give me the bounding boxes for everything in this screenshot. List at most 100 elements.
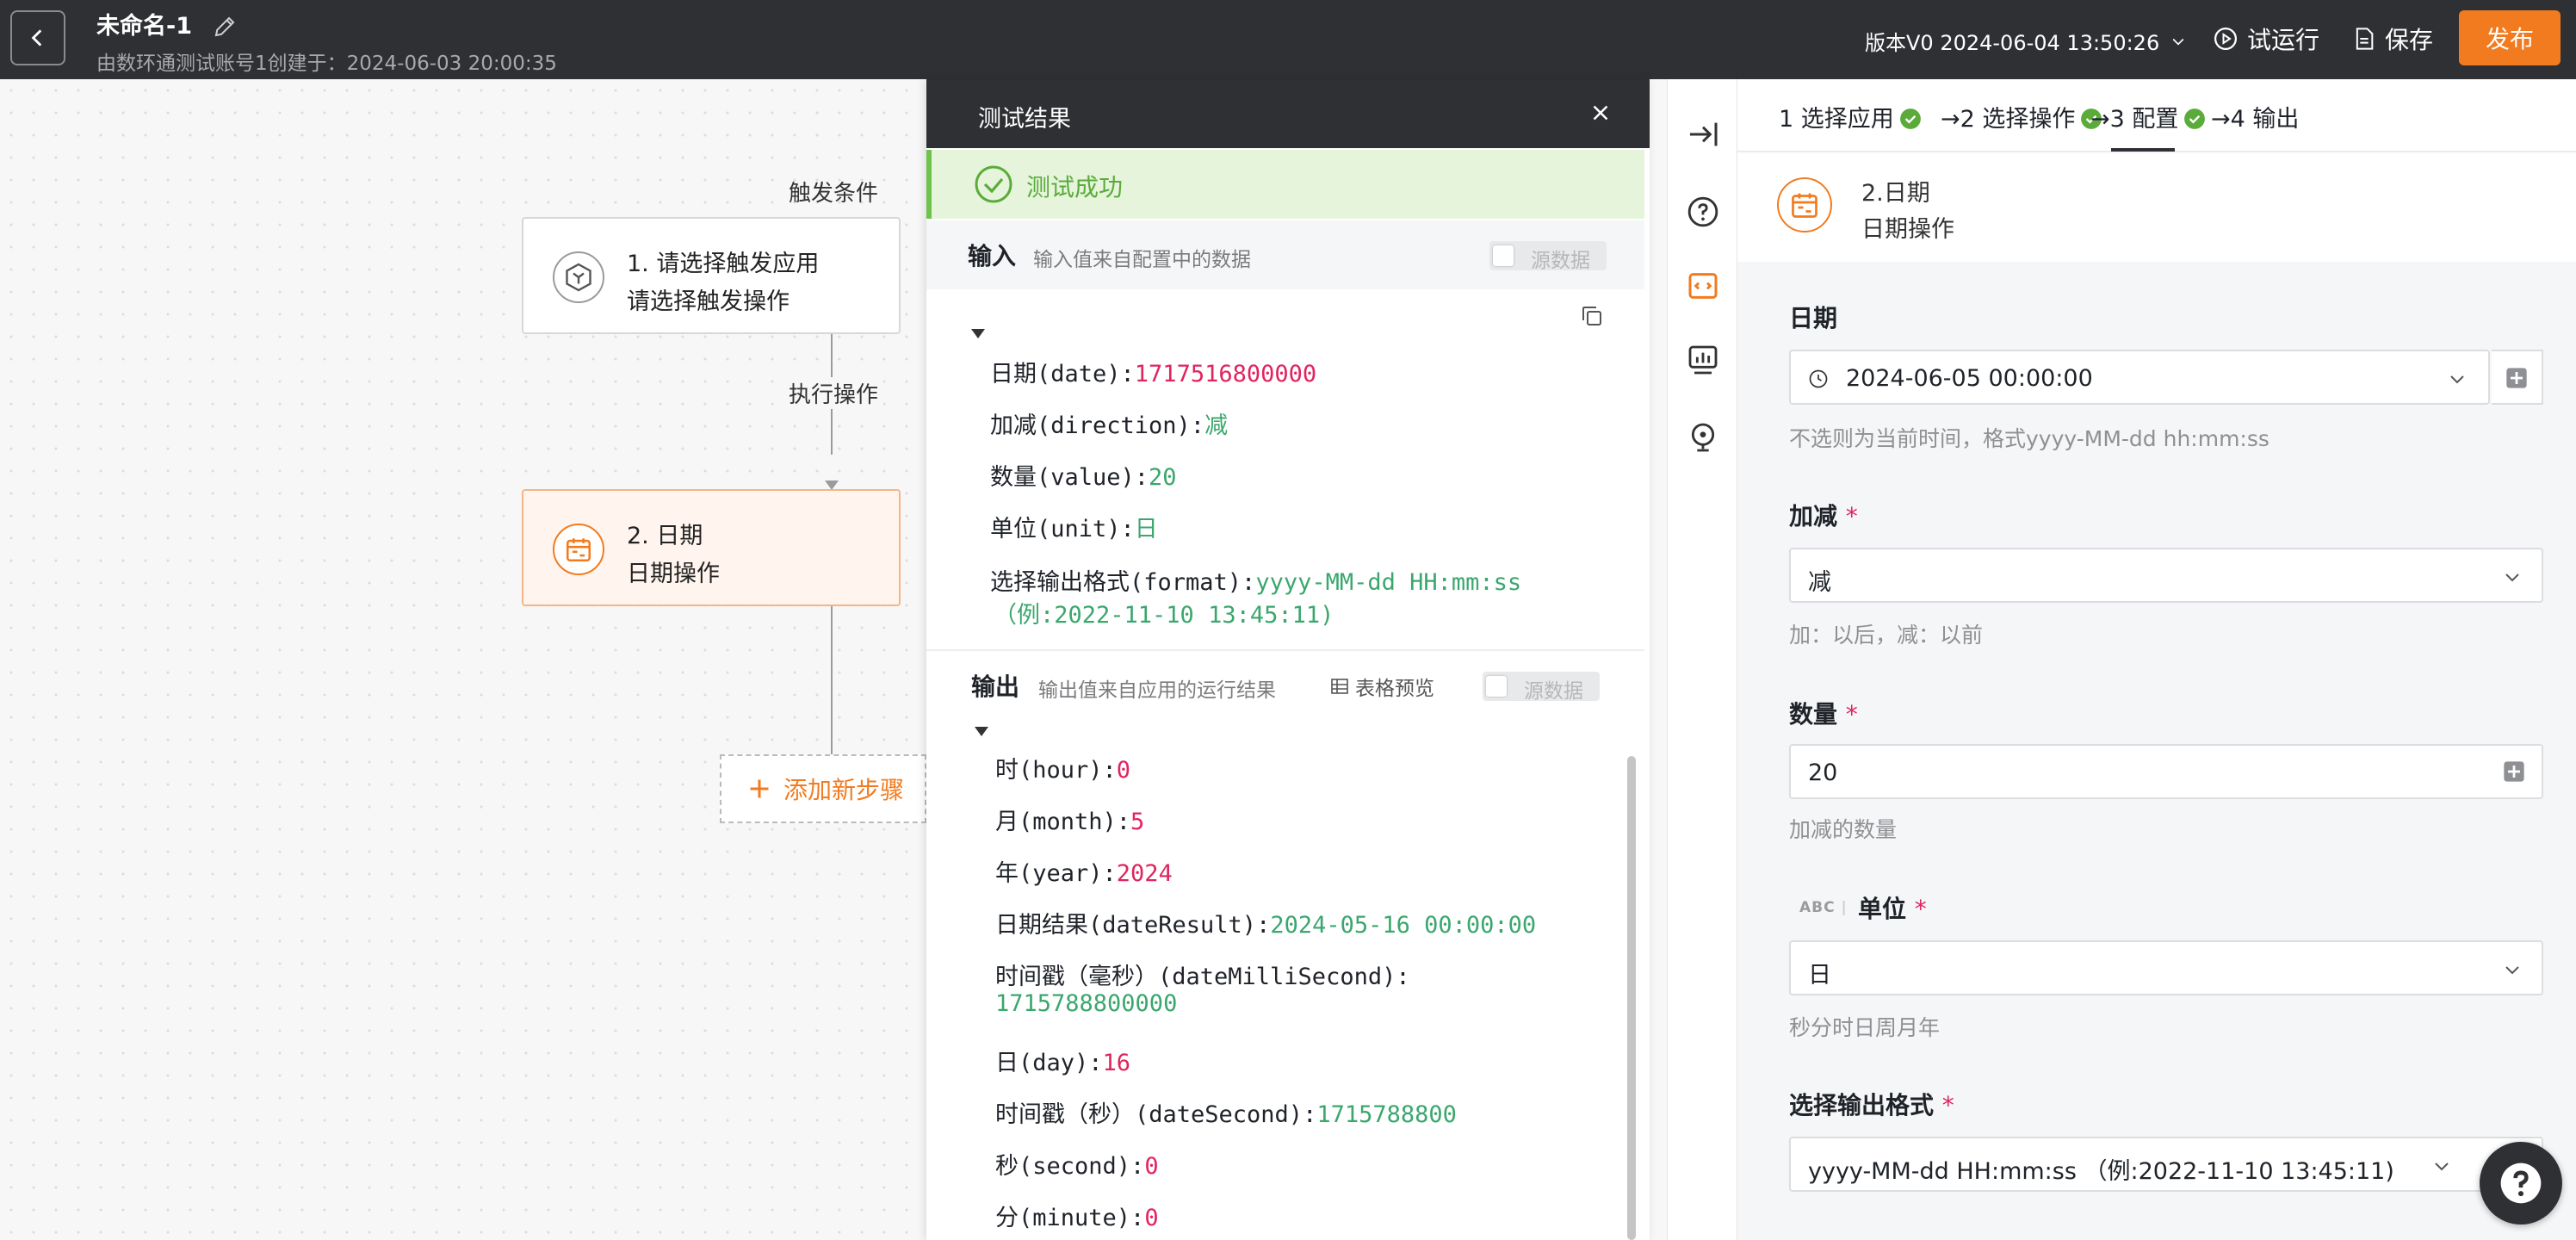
table-icon	[1331, 679, 1348, 694]
calendar-icon	[553, 524, 604, 575]
amount-input[interactable]: 20	[1789, 744, 2543, 799]
result-header: 测试结果	[926, 79, 1650, 148]
save-label: 保存	[2385, 26, 2434, 54]
chevron-left-icon	[31, 29, 42, 46]
plus-square-icon[interactable]	[2502, 760, 2526, 784]
input-item-continued: （例:2022-11-10 13:45:11)	[994, 602, 1334, 629]
date-picker[interactable]: 2024-06-05 00:00:00	[1789, 350, 2490, 405]
date-value: 2024-06-05 00:00:00	[1846, 365, 2093, 392]
version-label: 版本V0 2024-06-04 13:50:26	[1865, 31, 2160, 55]
monitor-chart-icon[interactable]	[1686, 343, 1720, 377]
input-item: 单位(unit):日	[990, 516, 1158, 542]
output-item: 年(year):2024	[995, 860, 1173, 887]
input-desc: 输入值来自配置中的数据	[1033, 249, 1251, 271]
check-circle-icon	[975, 165, 1012, 203]
app-name: 2.日期	[1861, 180, 1930, 207]
trigger-node[interactable]: 1. 请选择触发应用 请选择触发操作	[522, 217, 901, 334]
output-title: 输出	[971, 673, 1020, 701]
output-item: 分(minute):0	[995, 1205, 1159, 1231]
output-section-header: 输出 输出值来自应用的运行结果 表格预览 源数据	[926, 649, 1644, 718]
date-label: 日期	[1789, 304, 1838, 332]
collapse-toggle[interactable]	[971, 329, 985, 338]
input-raw-toggle[interactable]: 源数据	[1489, 241, 1607, 272]
run-label: 试运行	[2247, 26, 2320, 54]
table-preview-label: 表格预览	[1355, 678, 1434, 700]
trigger-node-title: 1. 请选择触发应用	[627, 251, 820, 277]
raw-toggle-label: 源数据	[1531, 250, 1590, 272]
run-button[interactable]: 试运行	[2213, 19, 2319, 59]
result-title: 测试结果	[978, 106, 1071, 133]
direction-label: 加减 *	[1789, 502, 1858, 530]
input-item: 日期(date):1717516800000	[990, 361, 1317, 388]
date-node[interactable]: 2. 日期 日期操作	[522, 489, 901, 606]
flow-canvas[interactable]: 触发条件 1. 请选择触发应用 请选择触发操作 执行操作 2. 日期 日期操作 …	[0, 79, 930, 1240]
collapse-toggle[interactable]	[975, 727, 988, 736]
format-value: yyyy-MM-dd HH:mm:ss （例:2022-11-10 13:45:…	[1808, 1158, 2394, 1185]
close-icon[interactable]	[1588, 100, 1613, 126]
location-pin-icon[interactable]	[1686, 420, 1720, 455]
input-item: 加减(direction):减	[990, 412, 1229, 439]
hexagon-app-icon	[553, 251, 604, 303]
copy-icon[interactable]	[1579, 303, 1605, 329]
test-result-panel: 测试结果 测试成功 输入 输入值来自配置中的数据 源数据 日期(date):17…	[926, 79, 1650, 1240]
step-select-app[interactable]: 1 选择应用	[1779, 100, 1922, 133]
action-label: 执行操作	[783, 377, 884, 409]
text-type-badge: ABC |	[1799, 899, 1848, 916]
check-badge-icon	[2184, 108, 2206, 129]
back-button[interactable]	[10, 10, 65, 65]
input-item: 数量(value):20	[990, 464, 1177, 491]
version-selector[interactable]: 版本V0 2024-06-04 13:50:26	[1865, 26, 2187, 56]
unit-value: 日	[1808, 962, 1831, 989]
output-raw-toggle[interactable]: 源数据	[1483, 672, 1600, 703]
unit-hint: 秒分时日周月年	[1789, 1015, 1941, 1040]
date-insert-button[interactable]	[2492, 350, 2543, 405]
date-hint: 不选则为当前时间，格式yyyy-MM-dd hh:mm:ss	[1789, 426, 2269, 451]
workflow-subtitle: 由数环通测试账号1创建于：2024-06-03 20:00:35	[96, 53, 557, 75]
document-icon	[2356, 28, 2374, 50]
publish-button[interactable]: 发布	[2459, 10, 2561, 65]
chevron-down-icon	[2435, 1162, 2449, 1171]
step-configure[interactable]: →3 配置	[2090, 100, 2206, 133]
input-item: 选择输出格式(format):yyyy-MM-dd HH:mm:ss	[990, 569, 1522, 596]
output-item: 日期结果(dateResult):2024-05-16 00:00:00	[995, 912, 1537, 939]
collapse-panel-icon[interactable]	[1686, 117, 1720, 152]
unit-select[interactable]: 日	[1789, 940, 2543, 995]
unit-label: 单位 *	[1858, 895, 1927, 923]
add-step-label: 添加新步骤	[783, 776, 905, 804]
side-icon-rail	[1667, 79, 1737, 1240]
format-select[interactable]: yyyy-MM-dd HH:mm:ss （例:2022-11-10 13:45:…	[1789, 1137, 2543, 1192]
check-badge-icon	[1899, 108, 1921, 129]
output-item: 日(day):16	[995, 1050, 1131, 1076]
scrollbar[interactable]	[1627, 756, 1636, 1240]
input-section-header: 输入 输入值来自配置中的数据 源数据	[926, 220, 1644, 289]
chevron-down-icon	[2450, 375, 2464, 384]
config-panel: 1 选择应用 →2 选择操作 →3 配置 →4 输出 2.日期 日期操作 日期 …	[1737, 79, 2576, 1240]
direction-value: 减	[1808, 569, 1831, 596]
calendar-icon	[1777, 177, 1832, 232]
plus-icon	[750, 779, 769, 798]
step-select-action[interactable]: →2 选择操作	[1941, 100, 2102, 133]
help-fab-button[interactable]	[2480, 1142, 2562, 1224]
output-item: 月(month):5	[995, 809, 1145, 835]
direction-hint: 加：以后，减：以前	[1789, 623, 1984, 648]
step-output[interactable]: →4 输出	[2211, 100, 2299, 133]
amount-label: 数量 *	[1789, 700, 1858, 728]
output-item: 时间戳（毫秒）(dateMilliSecond):	[995, 964, 1410, 990]
amount-hint: 加减的数量	[1789, 817, 1898, 842]
app-action: 日期操作	[1861, 216, 1954, 243]
add-step-button[interactable]: 添加新步骤	[720, 754, 926, 823]
table-preview-button[interactable]: 表格预览	[1329, 672, 1434, 701]
success-banner: 测试成功	[926, 150, 1644, 219]
chevron-down-icon	[2505, 574, 2519, 582]
help-circle-icon[interactable]	[1686, 195, 1720, 229]
input-title: 输入	[968, 242, 1017, 270]
save-button[interactable]: 保存	[2352, 19, 2433, 59]
code-config-icon[interactable]	[1686, 269, 1720, 303]
workflow-title: 未命名-1	[96, 13, 192, 40]
chevron-down-icon	[2505, 966, 2519, 975]
direction-select[interactable]: 减	[1789, 548, 2543, 603]
edit-icon[interactable]	[212, 14, 238, 40]
step-progress: 1 选择应用 →2 选择操作 →3 配置 →4 输出	[1737, 79, 2576, 152]
raw-toggle-label: 源数据	[1524, 680, 1583, 703]
plus-square-icon	[2506, 368, 2527, 388]
